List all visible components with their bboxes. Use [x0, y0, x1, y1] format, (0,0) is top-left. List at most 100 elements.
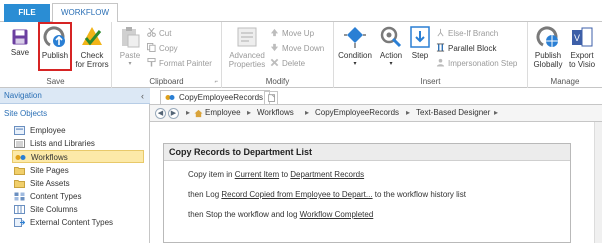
- properties-icon: [237, 27, 257, 47]
- move-down-button[interactable]: Move Down: [270, 43, 324, 55]
- breadcrumb-separator: ▸: [494, 108, 499, 117]
- breadcrumb-item-workflows[interactable]: Workflows: [257, 108, 294, 117]
- department-records-link[interactable]: Department Records: [290, 170, 364, 179]
- breadcrumb-item-copyemployeerecords[interactable]: CopyEmployeeRecords: [315, 108, 399, 117]
- nav-item-label: External Content Types: [30, 218, 114, 227]
- move-up-label: Move Up: [282, 29, 315, 38]
- floppy-disk-icon: [12, 29, 28, 45]
- action-button[interactable]: Action ▾: [376, 25, 406, 69]
- step-label: Step: [411, 51, 429, 60]
- nav-item-site-columns[interactable]: Site Columns: [12, 203, 144, 216]
- move-up-button[interactable]: Move Up: [270, 28, 314, 40]
- delete-label: Delete: [282, 59, 306, 68]
- branch-icon: [437, 28, 444, 37]
- publish-globally-button[interactable]: Publish Globally: [532, 25, 564, 69]
- publish-globally-label-2: Globally: [533, 60, 563, 69]
- advanced-properties-label-1: Advanced: [229, 51, 265, 60]
- workflow-stage[interactable]: Copy Records to Department List Copy ite…: [163, 143, 571, 243]
- condition-dropdown-arrow: ▾: [353, 61, 357, 67]
- delete-button[interactable]: Delete: [270, 58, 305, 70]
- paintbrush-icon: [147, 58, 156, 67]
- vertical-scrollbar[interactable]: [594, 122, 602, 243]
- visio-icon: V: [572, 27, 593, 47]
- group-label-manage: Manage: [550, 77, 580, 86]
- content-types-icon: [14, 192, 25, 201]
- copy-button[interactable]: Copy: [147, 43, 178, 55]
- workflow-completed-link[interactable]: Workflow Completed: [300, 210, 374, 219]
- doc-tab-copyemployeerecords[interactable]: CopyEmployeeRecords: [160, 90, 271, 104]
- nav-section-site-objects: Site Objects: [4, 109, 48, 118]
- home-icon[interactable]: [194, 109, 203, 118]
- svg-text:V: V: [574, 33, 580, 43]
- arrow-down-icon: [270, 43, 279, 52]
- publish-globally-icon: [536, 26, 558, 47]
- scissors-icon: [147, 28, 156, 37]
- current-item-link[interactable]: Current Item: [235, 170, 279, 179]
- nav-item-content-types[interactable]: Content Types: [12, 190, 144, 203]
- impersonation-step-button[interactable]: Impersonation Step: [436, 58, 517, 70]
- step-button[interactable]: Step: [408, 25, 432, 60]
- breadcrumb-item-text-based-designer[interactable]: Text-Based Designer: [416, 108, 490, 117]
- breadcrumb-bar: ◀ ▶ ▸ Employee ▸ Workflows ▸ CopyEmploye…: [150, 104, 602, 122]
- nav-item-lists-and-libraries[interactable]: Lists and Libraries: [12, 137, 144, 150]
- group-label-modify: Modify: [265, 77, 290, 86]
- export-visio-label-2: to Visio: [568, 60, 596, 69]
- folder-icon: [14, 180, 25, 188]
- format-painter-button[interactable]: Format Painter: [147, 58, 212, 70]
- document-tab-strip: CopyEmployeeRecords: [150, 88, 602, 104]
- group-clipboard: Paste ▾ Cut Copy Format Painter Clipboar…: [112, 22, 222, 88]
- stage-title[interactable]: Copy Records to Department List: [164, 144, 570, 161]
- arrow-up-icon: [270, 28, 279, 37]
- tab-workflow[interactable]: WORKFLOW: [52, 3, 118, 23]
- nav-item-label: Lists and Libraries: [30, 139, 95, 148]
- paste-dropdown-arrow: ▾: [128, 61, 132, 67]
- tab-file[interactable]: FILE: [4, 4, 50, 22]
- nav-item-site-assets[interactable]: Site Assets: [12, 177, 144, 190]
- log-message-link[interactable]: Record Copied from Employee to Depart...: [221, 190, 372, 199]
- paste-button[interactable]: Paste ▾: [118, 25, 142, 69]
- breadcrumb-separator: ▸: [305, 108, 310, 117]
- workflow-designer-canvas: Copy Records to Department List Copy ite…: [150, 122, 602, 243]
- clipboard-dialog-launcher[interactable]: ⌐: [214, 79, 218, 85]
- delete-x-icon: [270, 58, 279, 67]
- paste-label: Paste: [119, 51, 141, 60]
- back-button[interactable]: ◀: [155, 108, 166, 119]
- nav-item-workflows[interactable]: Workflows: [12, 150, 144, 163]
- advanced-properties-button[interactable]: Advanced Properties: [226, 25, 268, 69]
- nav-item-employee[interactable]: Employee: [12, 124, 144, 137]
- site-icon: [14, 126, 25, 135]
- export-to-visio-button[interactable]: V Export to Visio: [566, 25, 598, 69]
- action-text: then Stop the workflow and log: [188, 210, 300, 219]
- nav-item-external-content-types[interactable]: External Content Types: [12, 216, 144, 229]
- breadcrumb-item-employee[interactable]: Employee: [205, 108, 241, 117]
- paste-icon: [122, 27, 140, 48]
- new-tab-button[interactable]: [264, 91, 278, 104]
- breadcrumb-expander[interactable]: ▸: [186, 108, 190, 117]
- nav-item-label: Site Pages: [30, 166, 69, 175]
- check-errors-button[interactable]: Check for Errors: [74, 25, 110, 69]
- cut-button[interactable]: Cut: [147, 28, 171, 40]
- check-errors-icon: [82, 27, 102, 46]
- collapse-icon[interactable]: ‹: [141, 88, 144, 104]
- action-text: Copy item in: [188, 170, 235, 179]
- else-if-branch-button[interactable]: Else-If Branch: [436, 28, 498, 40]
- action-icon: [380, 26, 402, 48]
- workflow-icon: [165, 95, 175, 100]
- condition-button[interactable]: Condition ▾: [336, 25, 374, 69]
- format-painter-label: Format Painter: [159, 59, 212, 68]
- export-visio-label-1: Export: [570, 51, 594, 60]
- group-insert: Condition ▾ Action ▾ Step Else-If Branch…: [334, 22, 528, 88]
- forward-button[interactable]: ▶: [168, 108, 179, 119]
- move-down-label: Move Down: [282, 44, 325, 53]
- group-label-save: Save: [46, 77, 65, 86]
- navigation-pane: Navigation ‹ Site Objects Employee Lists…: [0, 88, 150, 243]
- group-manage: Publish Globally V Export to Visio Manag…: [528, 22, 602, 88]
- nav-item-site-pages[interactable]: Site Pages: [12, 164, 144, 177]
- parallel-block-button[interactable]: Parallel Block: [436, 43, 496, 55]
- check-errors-label-2: for Errors: [75, 60, 109, 69]
- breadcrumb-separator: ▸: [406, 108, 411, 117]
- save-button[interactable]: Save: [10, 25, 30, 57]
- new-page-icon: [268, 94, 275, 102]
- workflow-action-log: then Log Record Copied from Employee to …: [188, 190, 466, 199]
- nav-item-label: Site Assets: [30, 179, 70, 188]
